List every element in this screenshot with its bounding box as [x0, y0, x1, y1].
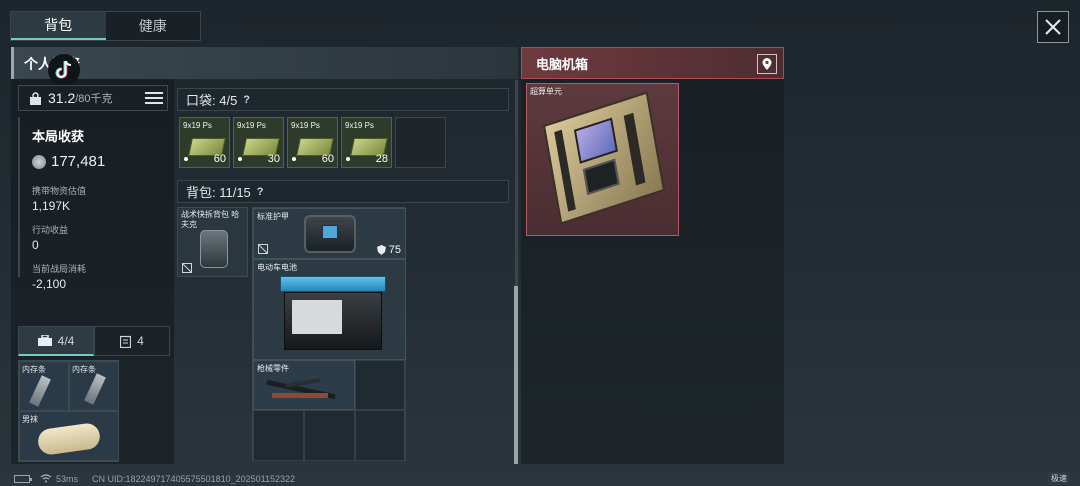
armor-item[interactable]: 标准护甲 75: [253, 208, 406, 259]
pocket-slot-3[interactable]: 9x19 Ps 60: [287, 117, 338, 168]
pocket-header: 口袋: 4/5 ?: [177, 88, 509, 111]
weight-icon: [30, 91, 41, 105]
ping-value: 53ms: [56, 473, 79, 484]
status-footer: 53ms CN UID:182249717405575501810_202501…: [0, 471, 1080, 486]
equipped-backpack[interactable]: 战术快拆背包 哈夫克: [177, 207, 248, 277]
memory-stick-icon: [29, 375, 51, 407]
harvest-title: 本局收获: [32, 129, 85, 144]
harvest-value-row: 177,481: [32, 153, 168, 170]
close-button[interactable]: [1037, 11, 1069, 43]
weight-current: 31.2: [48, 90, 76, 106]
battery-item[interactable]: 电动车电池: [253, 259, 406, 360]
loot-item-name: 超算单元: [530, 87, 562, 96]
carry-value: 1,197K: [32, 199, 71, 213]
battery-name: 电动车电池: [257, 263, 297, 272]
gun-parts-icon: [266, 378, 338, 401]
main-tabs: 背包 健康: [10, 11, 201, 41]
pocket-slot-1[interactable]: 9x19 Ps 60: [179, 117, 230, 168]
backpack-header: 背包: 11/15 ?: [177, 180, 509, 203]
action-income-label: 行动收益: [32, 225, 69, 235]
no-insure-icon: [258, 244, 268, 254]
backpack-title: 背包: 11/15: [186, 185, 251, 200]
backpack-grid: 标准护甲 75 电动车电池 枪械零件: [252, 207, 406, 461]
weight-display: 31.2 /80千克: [18, 85, 168, 111]
tab-backpack[interactable]: 背包: [11, 12, 106, 40]
carry-value-label: 携带物资估值: [32, 186, 87, 196]
circuit-board-icon: [542, 91, 666, 225]
tab-secure-container[interactable]: 4/4: [18, 326, 94, 356]
pocket-help-button[interactable]: ?: [243, 94, 250, 106]
armor-vest-icon: [304, 215, 356, 253]
backpack-scrollbar[interactable]: [514, 286, 518, 464]
consume-value: -2,100: [32, 277, 67, 291]
pocket-slot-empty[interactable]: [395, 117, 446, 168]
location-pin-button[interactable]: [757, 54, 777, 74]
gun-parts-item[interactable]: 枪械零件: [253, 360, 355, 410]
secure-item-memory-1[interactable]: 内存条: [19, 361, 69, 411]
action-income-value: 0: [32, 238, 39, 252]
secure-item-memory-2[interactable]: 内存条: [69, 361, 119, 411]
toolbox-icon: [37, 335, 52, 346]
secure-tabs: 4/4 4: [18, 326, 170, 356]
secure-count: 4/4: [57, 333, 75, 348]
armor-name: 标准护甲: [257, 212, 289, 221]
container-header: 电脑机箱: [521, 47, 784, 79]
task-count: 4: [137, 334, 144, 348]
speed-mode-badge: 极速: [1048, 472, 1070, 485]
coin-icon: [32, 154, 46, 169]
tab-task-items[interactable]: 4: [94, 326, 170, 356]
secure-container-grid: 内存条 内存条 男袜: [18, 360, 119, 462]
consume-label: 当前战局消耗: [32, 264, 87, 274]
harvest-value: 177,481: [51, 153, 106, 170]
list-icon: [145, 92, 163, 94]
backpack-name: 战术快拆背包 哈夫克: [181, 210, 240, 229]
pocket-slot-2[interactable]: 9x19 Ps 30: [233, 117, 284, 168]
shield-icon: [376, 245, 386, 255]
stats-panel: 本局收获 177,481 携带物资估值 1,197K 行动收益 0 当前战局消耗…: [18, 117, 168, 291]
backpack-help-button[interactable]: ?: [257, 186, 264, 198]
clipboard-icon: [120, 335, 132, 348]
gun-parts-name: 枪械零件: [257, 364, 289, 373]
close-icon: [1045, 19, 1061, 35]
battery-icon: [280, 276, 386, 352]
personal-items-header: [11, 47, 518, 79]
pocket-title: 口袋: 4/5: [186, 93, 238, 108]
tab-health[interactable]: 健康: [106, 12, 201, 40]
armor-durability: 75: [376, 244, 401, 256]
no-insure-icon: [182, 263, 192, 273]
pocket-slot-4[interactable]: 9x19 Ps 28: [341, 117, 392, 168]
roll-icon: [36, 421, 102, 457]
backpack-icon: [200, 230, 228, 268]
list-menu-button[interactable]: [145, 89, 163, 107]
location-pin-icon: [762, 58, 772, 70]
weight-max: /80千克: [75, 93, 113, 105]
wifi-icon: [40, 474, 52, 483]
memory-stick-icon: [84, 373, 106, 405]
loot-item-supercomputer[interactable]: 超算单元: [526, 83, 679, 236]
battery-status-icon: [14, 474, 32, 483]
secure-item-socks[interactable]: 男袜: [19, 411, 119, 461]
container-title: 电脑机箱: [536, 56, 589, 72]
user-uid: CN UID:182249717405575501810_20250115232…: [92, 473, 296, 484]
